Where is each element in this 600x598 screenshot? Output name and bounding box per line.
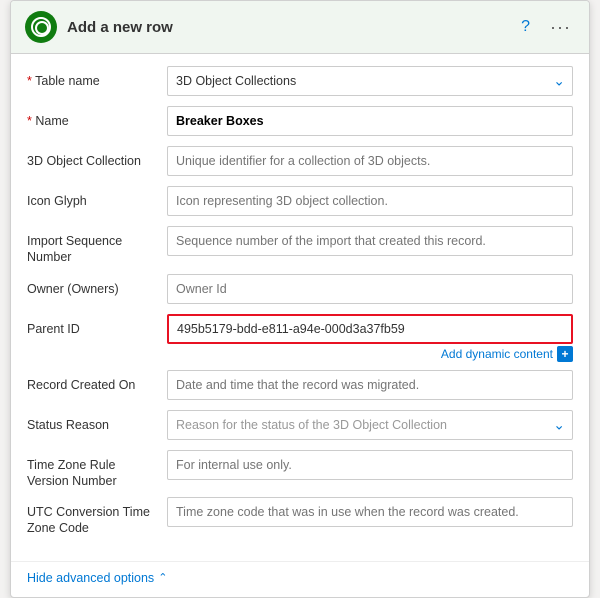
utc-conversion-row: UTC Conversion Time Zone Code (27, 497, 573, 537)
icon-glyph-row: Icon Glyph (27, 186, 573, 218)
3d-object-collection-row: 3D Object Collection (27, 146, 573, 178)
advanced-options-section: Hide advanced options ⌃ (11, 561, 589, 597)
3d-object-collection-label: 3D Object Collection (27, 146, 167, 169)
status-reason-select[interactable]: Reason for the status of the 3D Object C… (167, 410, 573, 440)
owner-row: Owner (Owners) (27, 274, 573, 306)
app-icon-inner (31, 17, 51, 37)
table-name-row: Table name 3D Object Collections ⌄ (27, 66, 573, 98)
table-name-select[interactable]: 3D Object Collections (167, 66, 573, 96)
table-name-select-wrapper: 3D Object Collections ⌄ (167, 66, 573, 96)
owner-label: Owner (Owners) (27, 274, 167, 297)
timezone-rule-input[interactable] (167, 450, 573, 480)
icon-glyph-label: Icon Glyph (27, 186, 167, 209)
record-created-label: Record Created On (27, 370, 167, 393)
status-reason-select-wrapper: Reason for the status of the 3D Object C… (167, 410, 573, 440)
dialog-title: Add a new row (67, 19, 173, 36)
help-button[interactable]: ? (517, 16, 534, 38)
timezone-rule-row: Time Zone Rule Version Number (27, 450, 573, 490)
import-sequence-label: Import Sequence Number (27, 226, 167, 266)
add-dynamic-content-link[interactable]: Add dynamic content + (441, 346, 573, 362)
record-created-input[interactable] (167, 370, 573, 400)
name-label: Name (27, 106, 167, 129)
hide-advanced-options-text: Hide advanced options (27, 571, 154, 585)
add-row-dialog: Add a new row ? ··· Table name 3D Object… (10, 0, 590, 598)
dialog-body: Table name 3D Object Collections ⌄ Name … (11, 54, 589, 557)
3d-object-collection-input[interactable] (167, 146, 573, 176)
parent-id-wrapper: Add dynamic content + (167, 314, 573, 362)
header-right: ? ··· (517, 15, 575, 40)
import-sequence-input[interactable] (167, 226, 573, 256)
app-icon (25, 11, 57, 43)
record-created-row: Record Created On (27, 370, 573, 402)
parent-id-row: Parent ID Add dynamic content + (27, 314, 573, 362)
dynamic-plus-icon: + (557, 346, 573, 362)
parent-id-label: Parent ID (27, 314, 167, 337)
utc-conversion-label: UTC Conversion Time Zone Code (27, 497, 167, 537)
more-options-button[interactable]: ··· (546, 15, 575, 40)
table-name-label: Table name (27, 66, 167, 89)
hide-advanced-options-link[interactable]: Hide advanced options ⌃ (27, 571, 167, 585)
timezone-rule-label: Time Zone Rule Version Number (27, 450, 167, 490)
owner-input[interactable] (167, 274, 573, 304)
add-dynamic-content-area: Add dynamic content + (167, 346, 573, 362)
name-input[interactable] (167, 106, 573, 136)
chevron-up-icon: ⌃ (158, 571, 167, 584)
import-sequence-row: Import Sequence Number (27, 226, 573, 266)
utc-conversion-input[interactable] (167, 497, 573, 527)
name-row: Name (27, 106, 573, 138)
status-reason-label: Status Reason (27, 410, 167, 433)
icon-glyph-input[interactable] (167, 186, 573, 216)
add-dynamic-content-text: Add dynamic content (441, 347, 553, 361)
header-left: Add a new row (25, 11, 173, 43)
dialog-header: Add a new row ? ··· (11, 1, 589, 54)
parent-id-input[interactable] (167, 314, 573, 344)
status-reason-row: Status Reason Reason for the status of t… (27, 410, 573, 442)
